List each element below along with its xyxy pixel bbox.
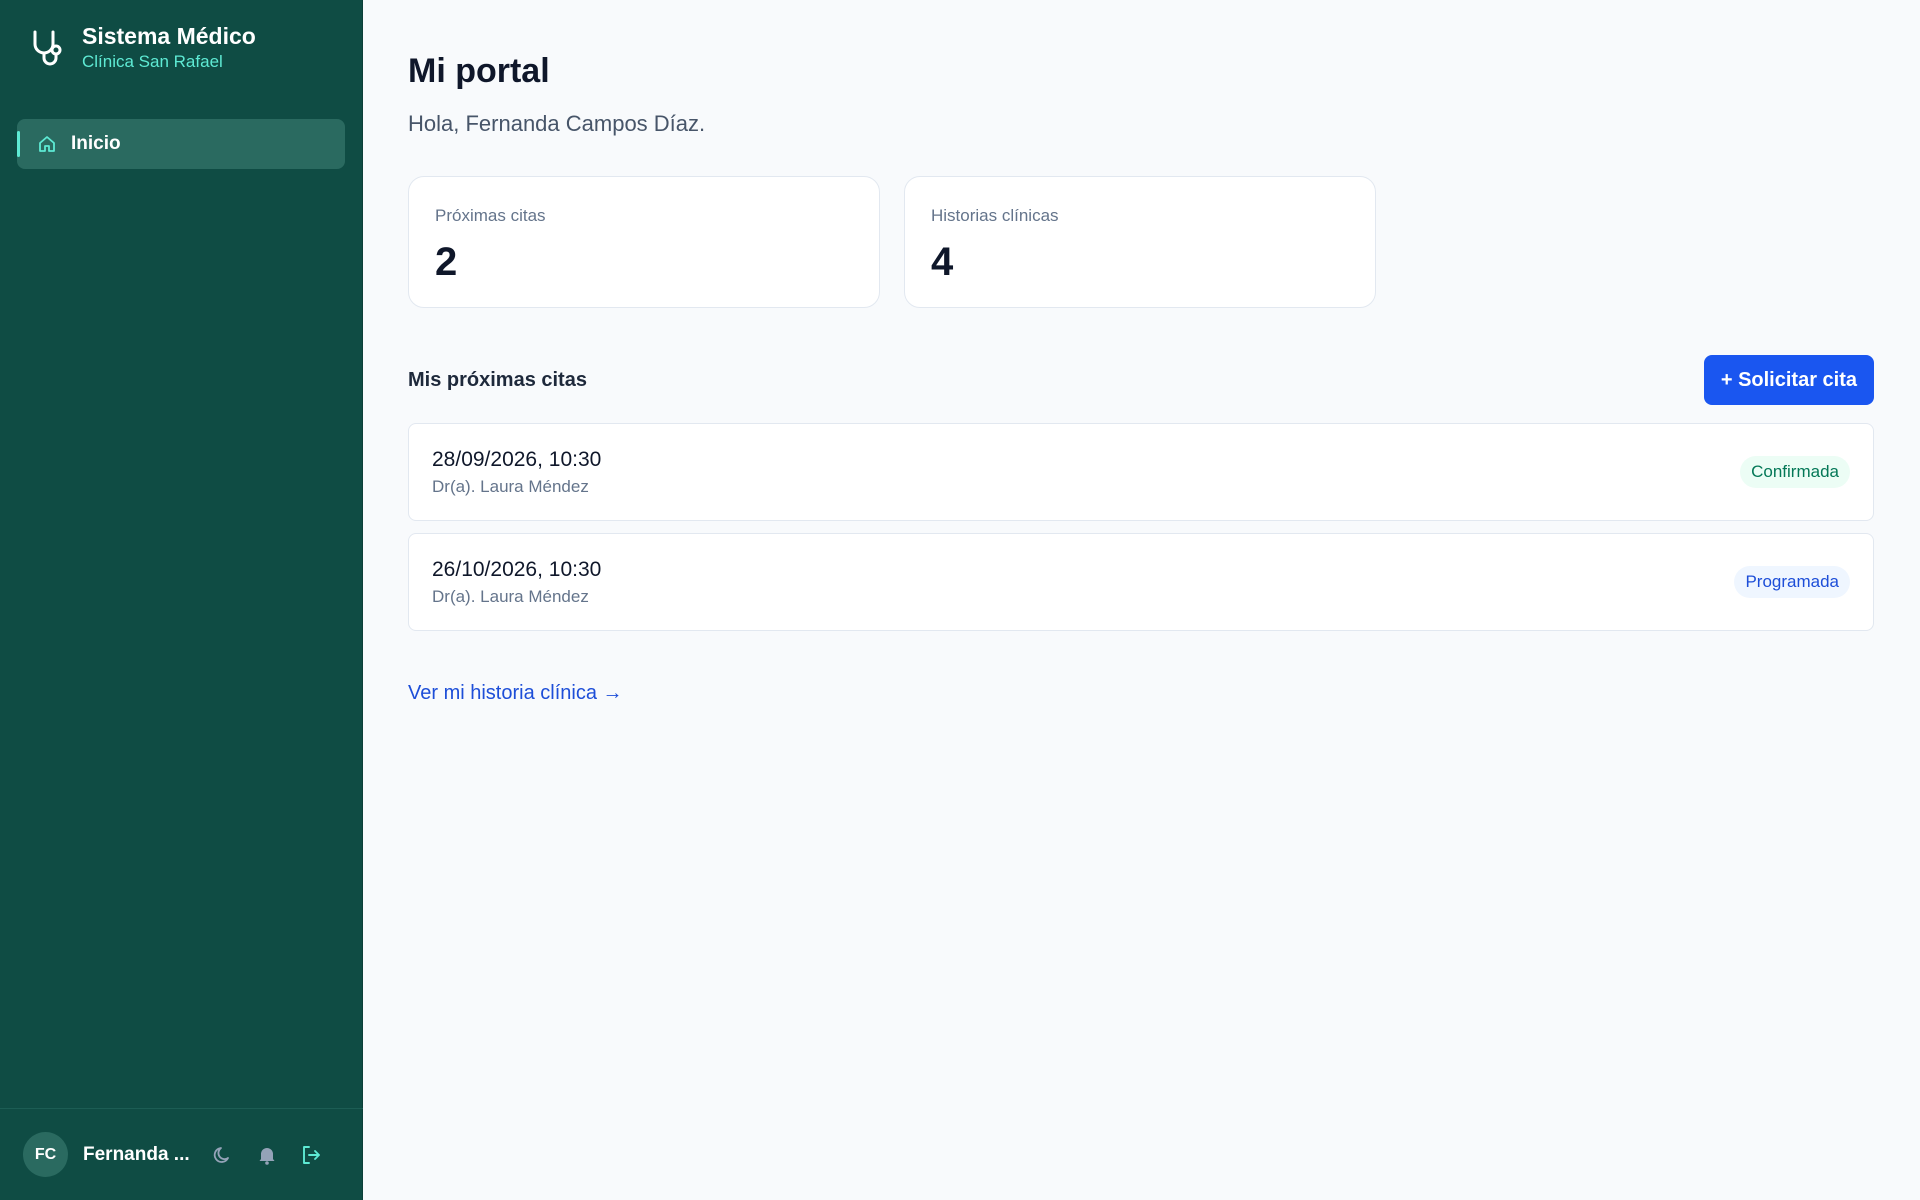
notifications-button[interactable] [255, 1143, 279, 1167]
stat-label: Próximas citas [435, 206, 546, 225]
theme-toggle-button[interactable] [211, 1143, 235, 1167]
page-title: Mi portal [408, 52, 550, 90]
greeting: Hola, Fernanda Campos Díaz. [408, 111, 706, 136]
appointment-datetime: 26/10/2026, 10:30 [432, 557, 602, 581]
status-badge: Programada [1734, 566, 1850, 598]
status-badge: Confirmada [1740, 456, 1850, 488]
appointment-item[interactable]: 26/10/2026, 10:30 Dr(a). Laura Méndez Pr… [408, 533, 1874, 631]
sidebar-nav: Inicio [17, 119, 345, 169]
moon-icon [213, 1146, 229, 1163]
sidebar-item-label: Inicio [71, 133, 121, 154]
stat-card-upcoming: Próximas citas 2 [408, 176, 880, 308]
appointment-item[interactable]: 28/09/2026, 10:30 Dr(a). Laura Méndez Co… [408, 423, 1874, 521]
brand-title: Sistema Médico [82, 23, 256, 49]
sidebar-item-inicio[interactable]: Inicio [17, 119, 345, 169]
stat-label: Historias clínicas [931, 206, 1059, 225]
user-name[interactable]: Fernanda ... [83, 1144, 193, 1166]
sidebar-footer: FC Fernanda ... [0, 1108, 363, 1200]
stat-value: 2 [435, 240, 458, 284]
main-content: Mi portal Hola, Fernanda Campos Díaz. Pr… [363, 0, 1920, 1200]
appointment-datetime: 28/09/2026, 10:30 [432, 447, 602, 471]
logout-button[interactable] [299, 1143, 323, 1167]
appointments-header: Mis próximas citas + Solicitar cita [408, 355, 1874, 405]
stat-card-records: Historias clínicas 4 [904, 176, 1376, 308]
appointments-list: 28/09/2026, 10:30 Dr(a). Laura Méndez Co… [408, 423, 1874, 643]
brand-text: Sistema Médico Clínica San Rafael [82, 22, 256, 73]
stethoscope-icon [33, 30, 62, 66]
appointment-info: 26/10/2026, 10:30 Dr(a). Laura Méndez [432, 558, 601, 607]
brand: Sistema Médico Clínica San Rafael [30, 22, 256, 73]
brand-subtitle: Clínica San Rafael [82, 52, 223, 71]
stats-row: Próximas citas 2 Historias clínicas 4 [408, 176, 1376, 308]
appointment-doctor: Dr(a). Laura Méndez [432, 586, 589, 606]
sidebar: Sistema Médico Clínica San Rafael Inicio… [0, 0, 363, 1200]
bell-icon [259, 1147, 275, 1165]
app-root: Sistema Médico Clínica San Rafael Inicio… [0, 0, 1920, 1200]
request-appointment-button[interactable]: + Solicitar cita [1703, 355, 1874, 405]
appointment-info: 28/09/2026, 10:30 Dr(a). Laura Méndez [432, 448, 601, 497]
medical-history-link[interactable]: Ver mi historia clínica → [408, 682, 623, 705]
section-title: Mis próximas citas [408, 368, 587, 391]
logout-icon [303, 1145, 320, 1164]
stat-value: 4 [931, 240, 954, 284]
footer-actions [211, 1143, 323, 1167]
home-icon [39, 136, 55, 152]
appointment-doctor: Dr(a). Laura Méndez [432, 476, 589, 496]
avatar[interactable]: FC [23, 1132, 68, 1177]
